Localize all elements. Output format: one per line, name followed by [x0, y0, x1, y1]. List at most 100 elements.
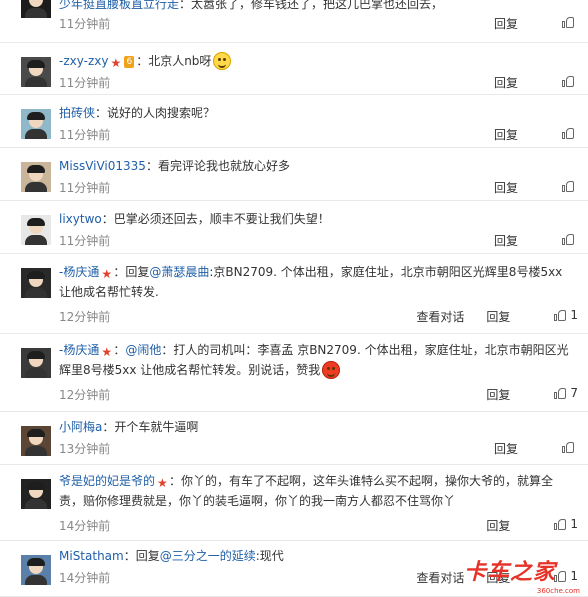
comment-text: 说好的人肉搜索呢？	[107, 106, 216, 120]
username-link[interactable]: MiStatham	[59, 549, 124, 563]
comment-content: -zxy-zxy ★ 6 ：北京人nb呀	[59, 51, 574, 71]
like-count: 7	[570, 386, 578, 400]
comment-time: 11分钟前	[59, 76, 111, 90]
comment-time: 12分钟前	[59, 388, 111, 402]
watermark-logo-text: 卡车之家	[464, 560, 557, 585]
comment-item: 拍砖侠：说好的人肉搜索呢？ 11分钟前 回复	[0, 95, 588, 148]
username-link[interactable]: -zxy-zxy	[59, 54, 108, 68]
reply-button[interactable]: 回复	[486, 519, 510, 533]
comment-text: 回复	[125, 265, 150, 279]
comment-text: 太嚣张了，修车钱还了，把这几巴掌也还回去，	[191, 0, 444, 11]
comment-time: 11分钟前	[59, 234, 111, 248]
avatar[interactable]	[21, 162, 51, 192]
username-link[interactable]: 少年挺直腰板直立行走	[59, 0, 179, 11]
comment-item: -zxy-zxy ★ 6 ：北京人nb呀 11分钟前 回复	[0, 43, 588, 95]
reply-button[interactable]: 回复	[494, 17, 518, 31]
comment-content: lixytwo：巴掌必须还回去，顺丰不要让我们失望！	[59, 209, 574, 229]
comment-actions: 回复	[472, 126, 578, 143]
comment-time: 13分钟前	[59, 442, 111, 456]
comment-text: :现代	[255, 549, 284, 563]
separator: ：	[101, 212, 114, 226]
separator: ：	[123, 549, 136, 563]
username-link[interactable]: -杨庆通	[59, 343, 99, 357]
view-conversation-button[interactable]: 查看对话	[416, 310, 464, 324]
comment-actions: 回复	[472, 74, 578, 91]
comment-content: 拍砖侠：说好的人肉搜索呢？	[59, 103, 574, 123]
comment-actions: 回复	[472, 15, 578, 32]
reply-button[interactable]: 回复	[494, 181, 518, 195]
avatar[interactable]	[21, 348, 51, 378]
comment-item: -杨庆通 ★：@闹他：打人的司机叫：李喜孟 京BN2709. 个体出租，家庭住址，…	[0, 334, 588, 412]
vip-star-icon: ★	[101, 267, 113, 281]
comment-content: MissViVi01335：看完评论我也就放心好多	[59, 156, 574, 176]
avatar[interactable]	[21, 215, 51, 245]
like-button[interactable]: 1	[532, 517, 578, 531]
comment-item: 小阿梅a：开个车就牛逼啊 13分钟前 回复	[0, 412, 588, 465]
comment-item: 少年挺直腰板直立行走：太嚣张了，修车钱还了，把这几巴掌也还回去， 11分钟前 回复	[0, 0, 588, 43]
separator: ：	[136, 54, 149, 68]
thumbs-up-icon	[554, 518, 567, 530]
reply-button[interactable]: 回复	[494, 234, 518, 248]
comment-text: 回复	[135, 549, 160, 563]
username-link[interactable]: MissViVi01335	[59, 159, 146, 173]
like-button[interactable]	[540, 441, 578, 453]
avatar[interactable]	[21, 0, 51, 18]
comment-text: 看完评论我也就放心好多	[157, 159, 290, 173]
comment-actions: 回复 7	[464, 386, 578, 403]
comment-text: 开个车就牛逼啊	[114, 420, 199, 434]
vip-star-icon: ★	[110, 56, 122, 70]
username-link[interactable]: 拍砖侠	[59, 106, 95, 120]
reply-button[interactable]: 回复	[486, 388, 510, 402]
like-count: 1	[570, 517, 578, 531]
username-link[interactable]: 爷是妃的妃是爷的	[59, 474, 155, 488]
avatar[interactable]	[21, 268, 51, 298]
mention-link[interactable]: @闹他	[125, 343, 161, 357]
avatar[interactable]	[21, 479, 51, 509]
comment-content: 少年挺直腰板直立行走：太嚣张了，修车钱还了，把这几巴掌也还回去，	[59, 0, 574, 14]
smile-emoji-icon	[213, 52, 232, 70]
like-button[interactable]: 1	[532, 308, 578, 322]
like-button[interactable]	[540, 127, 578, 139]
username-link[interactable]: lixytwo	[59, 212, 102, 226]
mention-link[interactable]: @三分之一的延续	[160, 549, 256, 563]
watermark-url: 360che.com	[536, 587, 580, 595]
comment-time: 11分钟前	[59, 128, 111, 142]
like-button[interactable]: 7	[532, 386, 578, 400]
thumbs-up-icon	[562, 441, 574, 453]
reply-button[interactable]: 回复	[494, 442, 518, 456]
comment-item: -杨庆通 ★：回复@萧瑟晨曲:京BN2709. 个体出租，家庭住址，北京市朝阳区光…	[0, 254, 588, 334]
thumbs-up-icon	[562, 75, 574, 87]
comment-time: 12分钟前	[59, 310, 111, 324]
angry-emoji-icon	[322, 361, 341, 379]
avatar[interactable]	[21, 57, 51, 87]
separator: ：	[113, 265, 126, 279]
comment-actions: 查看对话 回复 1	[394, 308, 578, 325]
separator: ：	[169, 474, 182, 488]
reply-button[interactable]: 回复	[486, 310, 510, 324]
thumbs-up-icon	[554, 387, 567, 399]
like-button[interactable]	[540, 180, 578, 192]
comment-text: 北京人nb呀	[148, 54, 212, 68]
comment-actions: 回复	[472, 440, 578, 457]
avatar[interactable]	[21, 109, 51, 139]
comment-actions: 回复	[472, 232, 578, 249]
username-link[interactable]: -杨庆通	[59, 265, 99, 279]
thumbs-up-icon	[554, 309, 567, 321]
view-conversation-button[interactable]: 查看对话	[416, 571, 464, 585]
like-button[interactable]	[540, 233, 578, 245]
comment-content: 爷是妃的妃是爷的 ★：你丫的，有车了不起啊，这年头谁特么买不起啊，操你大爷的，就算…	[59, 471, 574, 511]
separator: ：	[102, 420, 115, 434]
reply-button[interactable]: 回复	[494, 76, 518, 90]
avatar[interactable]	[21, 426, 51, 456]
comment-item: 爷是妃的妃是爷的 ★：你丫的，有车了不起啊，这年头谁特么买不起啊，操你大爷的，就算…	[0, 465, 588, 541]
reply-button[interactable]: 回复	[494, 128, 518, 142]
comment-item: lixytwo：巴掌必须还回去，顺丰不要让我们失望！ 11分钟前 回复	[0, 201, 588, 254]
avatar[interactable]	[21, 555, 51, 585]
like-button[interactable]	[540, 16, 578, 28]
username-link[interactable]: 小阿梅a	[59, 420, 102, 434]
thumbs-up-icon	[562, 16, 574, 28]
like-button[interactable]	[540, 75, 578, 87]
watermark-logo: 卡车之家 360che.com	[464, 560, 582, 596]
mention-link[interactable]: @萧瑟晨曲	[149, 265, 209, 279]
comment-content: -杨庆通 ★：@闹他：打人的司机叫：李喜孟 京BN2709. 个体出租，家庭住址，…	[59, 340, 574, 380]
